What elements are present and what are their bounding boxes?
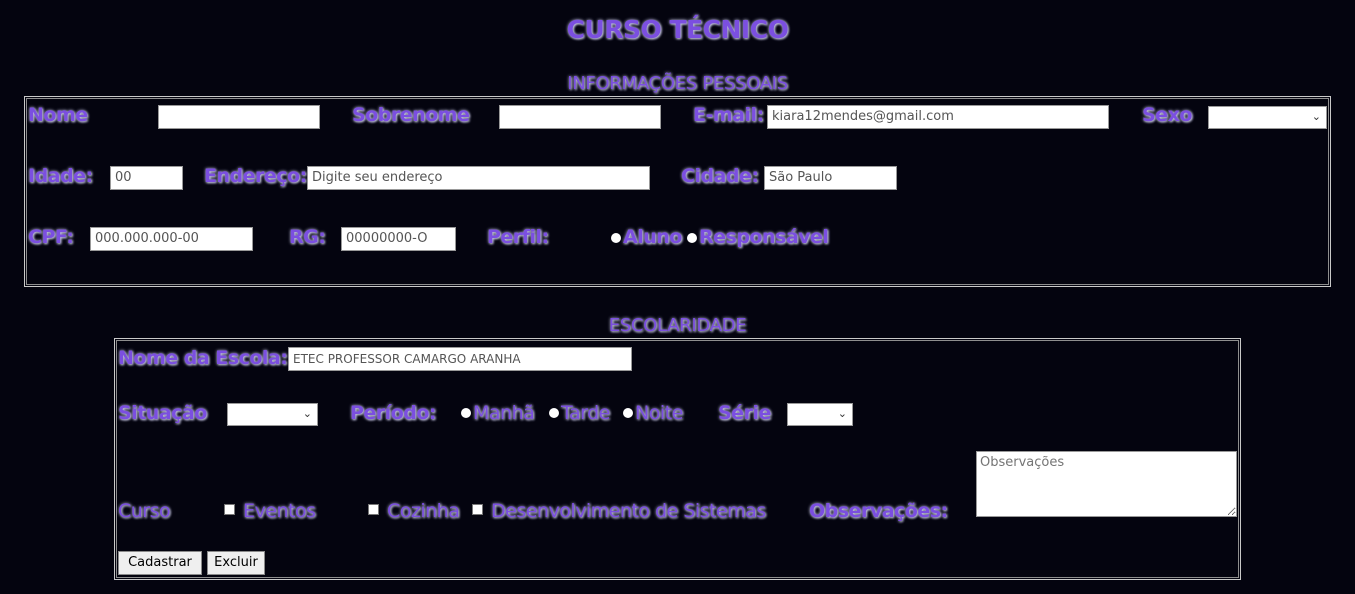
escola-input[interactable]: ETEC PROFESSOR CAMARGO ARANHA: [288, 347, 632, 371]
periodo-tarde-label: Tarde: [561, 402, 610, 424]
school-section-title: ESCOLARIDADE: [608, 315, 747, 336]
sexo-select[interactable]: ⌄: [1208, 106, 1327, 129]
periodo-manha-radio[interactable]: [461, 408, 471, 418]
excluir-button[interactable]: Excluir: [207, 551, 265, 575]
chevron-down-icon: ⌄: [302, 407, 312, 420]
cidade-input[interactable]: São Paulo: [764, 166, 897, 190]
chevron-down-icon: ⌄: [837, 407, 847, 420]
cpf-label: CPF:: [28, 226, 74, 248]
sobrenome-label: Sobrenome: [352, 104, 470, 126]
periodo-noite-radio[interactable]: [623, 408, 633, 418]
curso-cozinha-checkbox[interactable]: [368, 504, 379, 515]
serie-select[interactable]: ⌄: [787, 403, 853, 426]
curso-label: Curso: [118, 500, 171, 522]
observacoes-label: Observações:: [809, 500, 948, 522]
curso-eventos-checkbox[interactable]: [224, 504, 235, 515]
periodo-label: Período:: [350, 402, 437, 424]
perfil-responsavel-radio[interactable]: [687, 233, 697, 243]
periodo-tarde-radio[interactable]: [549, 408, 559, 418]
situacao-label: Situação: [118, 402, 207, 424]
perfil-label: Perfil:: [487, 226, 549, 248]
sexo-label: Sexo: [1142, 104, 1192, 126]
rg-input[interactable]: 00000000-O: [341, 227, 456, 251]
page-title: CURSO TÉCNICO: [566, 15, 789, 44]
situacao-select[interactable]: ⌄: [227, 403, 318, 426]
idade-label: Idade:: [28, 165, 93, 187]
cadastrar-button[interactable]: Cadastrar: [118, 551, 202, 575]
perfil-responsavel-label: Responsável: [699, 226, 829, 248]
personal-info-section-title: INFORMAÇÕES PESSOAIS: [567, 73, 788, 94]
curso-eventos-label: Eventos: [243, 500, 316, 522]
email-label: E-mail:: [693, 104, 764, 126]
curso-cozinha-label: Cozinha: [387, 500, 460, 522]
nome-label: Nome: [28, 104, 88, 126]
observacoes-textarea[interactable]: [976, 451, 1237, 517]
sobrenome-input[interactable]: [499, 105, 661, 129]
nome-input[interactable]: [158, 105, 320, 129]
curso-desenvolvimento-checkbox[interactable]: [472, 504, 483, 515]
curso-desenvolvimento-label: Desenvolvimento de Sistemas: [491, 500, 766, 522]
periodo-noite-label: Noite: [635, 402, 683, 424]
serie-label: Série: [718, 402, 771, 424]
escola-label: Nome da Escola:: [118, 347, 288, 369]
cidade-label: Cidade:: [681, 165, 759, 187]
perfil-aluno-label: Aluno: [623, 226, 682, 248]
idade-input[interactable]: 00: [110, 166, 183, 190]
endereco-input[interactable]: Digite seu endereço: [307, 166, 650, 190]
perfil-aluno-radio[interactable]: [611, 233, 621, 243]
periodo-manha-label: Manhã: [473, 402, 535, 424]
email-input[interactable]: kiara12mendes@gmail.com: [767, 105, 1109, 129]
endereco-label: Endereço:: [204, 165, 307, 187]
rg-label: RG:: [289, 226, 326, 248]
chevron-down-icon: ⌄: [1311, 110, 1321, 123]
cpf-input[interactable]: 000.000.000-00: [90, 227, 253, 251]
